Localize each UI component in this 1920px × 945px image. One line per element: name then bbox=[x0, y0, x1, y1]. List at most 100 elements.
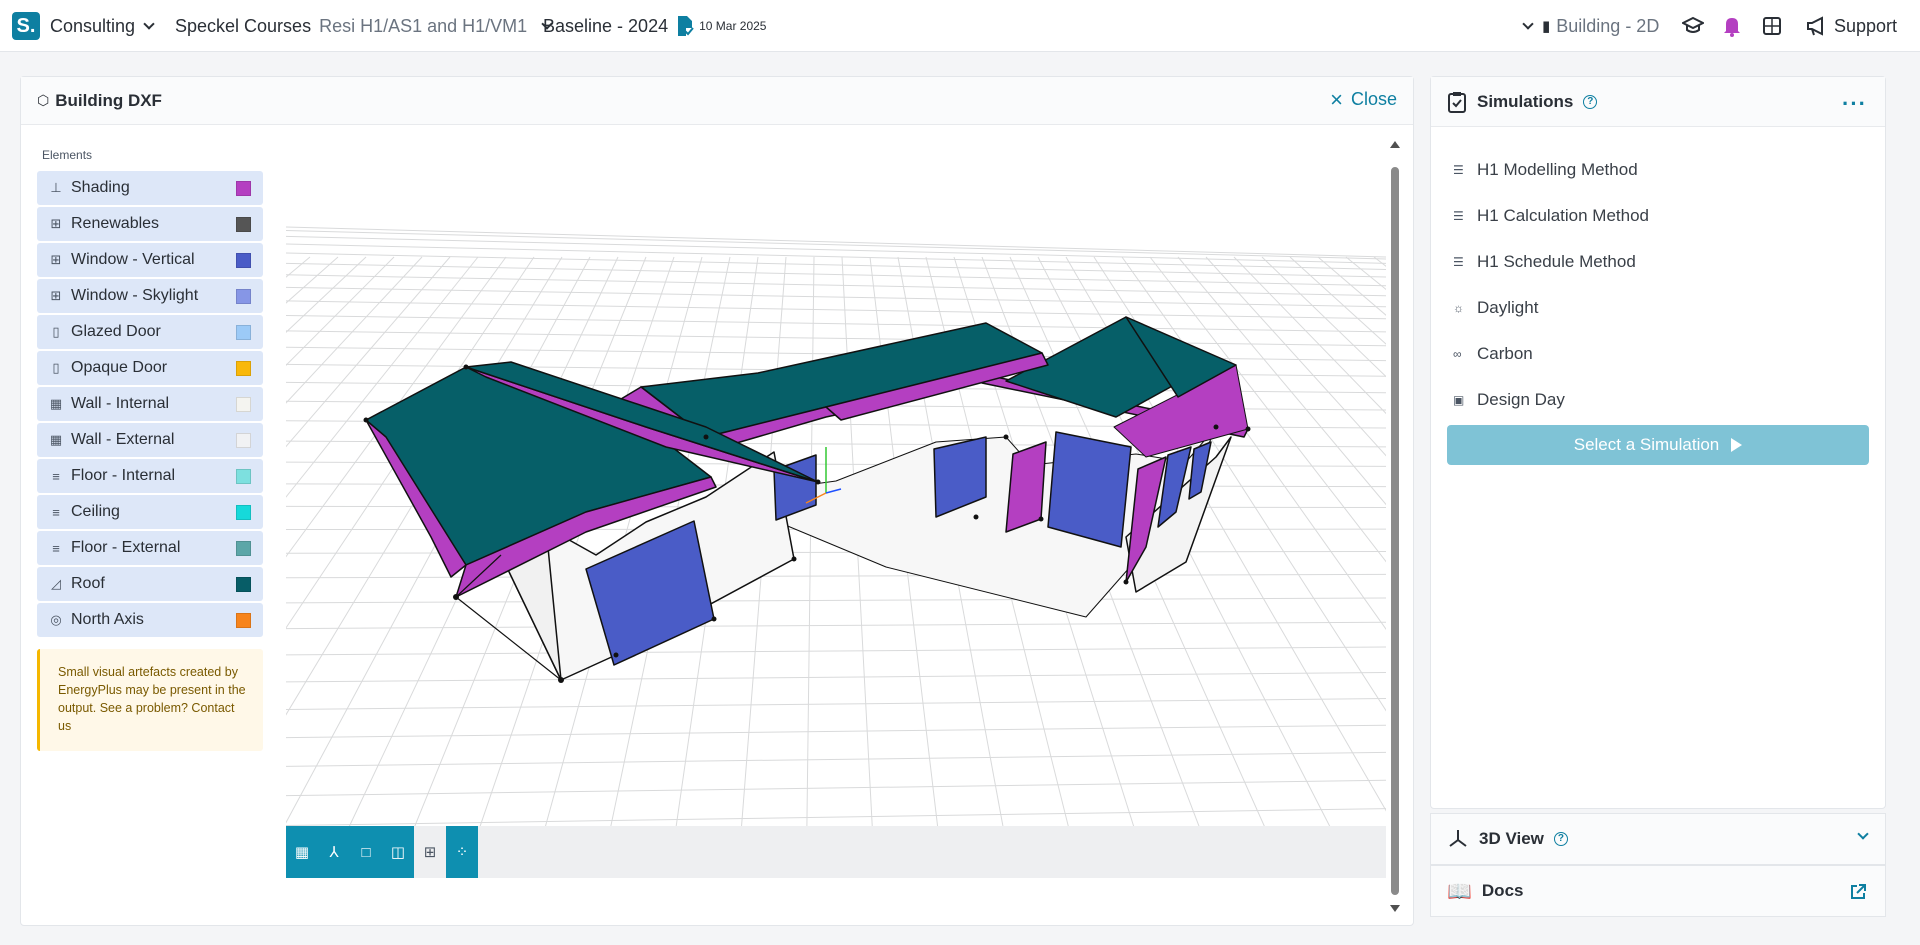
panel-title: Building DXF bbox=[55, 90, 162, 110]
shading-icon: ⊥ bbox=[50, 180, 62, 195]
wall-icon: ▦ bbox=[49, 396, 63, 411]
top-bar: S. Consulting Speckel Courses Resi H1/AS… bbox=[0, 0, 1920, 52]
grid-icon: ▦ bbox=[294, 844, 310, 861]
app-logo[interactable]: S. bbox=[12, 12, 40, 40]
solar-panel-icon: ⊞ bbox=[50, 216, 62, 231]
color-swatch[interactable] bbox=[236, 541, 251, 556]
cube-icon: ⬡ bbox=[37, 92, 50, 108]
axes-icon: ⅄ bbox=[329, 844, 339, 861]
color-swatch[interactable] bbox=[236, 325, 251, 340]
project-label: Speckel Courses bbox=[175, 15, 312, 36]
floor-icon: ≡ bbox=[52, 540, 60, 556]
scroll-up-icon[interactable] bbox=[1390, 141, 1400, 148]
support-button[interactable]: Support bbox=[1806, 0, 1897, 52]
legend-label: Roof bbox=[71, 575, 105, 592]
org-selector[interactable]: Consulting bbox=[50, 0, 155, 52]
legend-item[interactable]: ◿ Roof bbox=[37, 567, 263, 601]
grid-toggle-button[interactable]: ▦ bbox=[286, 826, 318, 878]
select-simulation-button[interactable]: Select a Simulation bbox=[1447, 425, 1869, 465]
calculator-button[interactable] bbox=[1762, 0, 1782, 52]
project-name: Resi H1/AS1 and H1/VM1 bbox=[319, 15, 528, 36]
legend-item[interactable]: ▯ Opaque Door bbox=[37, 351, 263, 385]
scroll-down-icon[interactable] bbox=[1390, 905, 1400, 912]
project-selector[interactable]: Speckel Courses Resi H1/AS1 and H1/VM1 bbox=[175, 0, 553, 52]
simulation-item[interactable]: ∞ Carbon bbox=[1453, 331, 1649, 377]
color-swatch[interactable] bbox=[236, 289, 251, 304]
chevron-down-icon[interactable] bbox=[1857, 828, 1869, 840]
legend-item[interactable]: ◎ North Axis bbox=[37, 603, 263, 637]
simulation-label: H1 Calculation Method bbox=[1477, 206, 1649, 225]
simulations-title: Simulations bbox=[1477, 91, 1574, 111]
bell-icon bbox=[1724, 18, 1740, 37]
close-button[interactable]: × Close bbox=[1330, 86, 1397, 112]
viewport-scrollbar[interactable] bbox=[1388, 137, 1402, 915]
building-icon: ▮ bbox=[1542, 18, 1551, 35]
close-icon: × bbox=[1330, 86, 1343, 112]
learning-button[interactable] bbox=[1682, 0, 1704, 52]
chevron-down-icon bbox=[143, 18, 155, 30]
3d-viewport[interactable] bbox=[286, 137, 1406, 911]
color-swatch[interactable] bbox=[236, 397, 251, 412]
window-icon: ⊞ bbox=[50, 252, 62, 267]
3d-view-panel[interactable]: 3D View ? bbox=[1430, 813, 1886, 865]
docs-panel[interactable]: 📖 Docs bbox=[1430, 865, 1886, 917]
3d-view-title: 3D View bbox=[1479, 829, 1544, 848]
window-icon: ⊞ bbox=[50, 288, 62, 303]
color-swatch[interactable] bbox=[236, 613, 251, 628]
carbon-icon: ∞ bbox=[1453, 347, 1462, 361]
simulation-item[interactable]: ☰ H1 Schedule Method bbox=[1453, 239, 1649, 285]
help-icon[interactable]: ? bbox=[1553, 832, 1568, 846]
legend-item[interactable]: ▦ Wall - Internal bbox=[37, 387, 263, 421]
legend-item[interactable]: ▦ Wall - External bbox=[37, 423, 263, 457]
chevron-down-icon bbox=[1522, 18, 1534, 30]
points-toggle-button[interactable]: ⊞ bbox=[414, 826, 446, 878]
baseline-selector[interactable]: Baseline - 2024 10 Mar 2025 bbox=[543, 0, 766, 52]
axes-toggle-button[interactable]: ⅄ bbox=[318, 826, 350, 878]
ceiling-icon: ≡ bbox=[52, 504, 60, 520]
shadows-toggle-button[interactable]: ◫ bbox=[382, 826, 414, 878]
legend-item[interactable]: ≡ Floor - External bbox=[37, 531, 263, 565]
legend-item[interactable]: ⊞ Renewables bbox=[37, 207, 263, 241]
docs-title: Docs bbox=[1481, 881, 1524, 900]
legend-item[interactable]: ⊥ Shading bbox=[37, 171, 263, 205]
color-swatch[interactable] bbox=[236, 217, 251, 232]
color-swatch[interactable] bbox=[236, 361, 251, 376]
legend-label: Shading bbox=[71, 179, 130, 196]
legend-item[interactable]: ⊞ Window - Vertical bbox=[37, 243, 263, 277]
simulation-item[interactable]: ☼ Daylight bbox=[1453, 285, 1649, 331]
notifications-button[interactable] bbox=[1722, 0, 1742, 52]
megaphone-icon bbox=[1807, 16, 1823, 36]
simulation-list: ☰ H1 Modelling Method ☰ H1 Calculation Meth… bbox=[1453, 147, 1649, 423]
view-mode-selector[interactable]: ▮ Building - 2D bbox=[1522, 0, 1659, 52]
help-icon[interactable]: ? bbox=[1583, 94, 1598, 109]
more-options-icon[interactable]: ··· bbox=[1842, 91, 1867, 117]
simulations-header: Simulations ? ··· bbox=[1431, 77, 1885, 127]
legend-item[interactable]: ≡ Floor - Internal bbox=[37, 459, 263, 493]
color-swatch[interactable] bbox=[236, 181, 251, 196]
support-label: Support bbox=[1834, 15, 1898, 36]
legend-label: Floor - External bbox=[71, 539, 181, 556]
scroll-thumb[interactable] bbox=[1391, 167, 1399, 895]
color-swatch[interactable] bbox=[236, 253, 251, 268]
roof-icon: ◿ bbox=[51, 576, 61, 591]
color-swatch[interactable] bbox=[236, 577, 251, 592]
play-icon bbox=[1731, 438, 1743, 452]
wireframe-toggle-button[interactable]: □ bbox=[350, 826, 382, 878]
dots-toggle-button[interactable]: ⁘ bbox=[446, 826, 478, 878]
legend-item[interactable]: ⊞ Window - Skylight bbox=[37, 279, 263, 313]
external-link-icon[interactable] bbox=[1849, 883, 1867, 901]
legend-label: Opaque Door bbox=[71, 359, 168, 376]
color-swatch[interactable] bbox=[236, 433, 251, 448]
elements-heading: Elements bbox=[42, 148, 93, 162]
simulation-item[interactable]: ☰ H1 Modelling Method bbox=[1453, 147, 1649, 193]
color-swatch[interactable] bbox=[236, 469, 251, 484]
list-icon: ☰ bbox=[1453, 255, 1464, 269]
simulation-item[interactable]: ☰ H1 Calculation Method bbox=[1453, 193, 1649, 239]
simulation-item[interactable]: ▣ Design Day bbox=[1453, 377, 1649, 423]
door-icon: ▯ bbox=[52, 324, 60, 339]
color-swatch[interactable] bbox=[236, 505, 251, 520]
baseline-date: 10 Mar 2025 bbox=[699, 19, 767, 33]
legend-label: Window - Skylight bbox=[71, 287, 199, 304]
legend-item[interactable]: ≡ Ceiling bbox=[37, 495, 263, 529]
legend-item[interactable]: ▯ Glazed Door bbox=[37, 315, 263, 349]
